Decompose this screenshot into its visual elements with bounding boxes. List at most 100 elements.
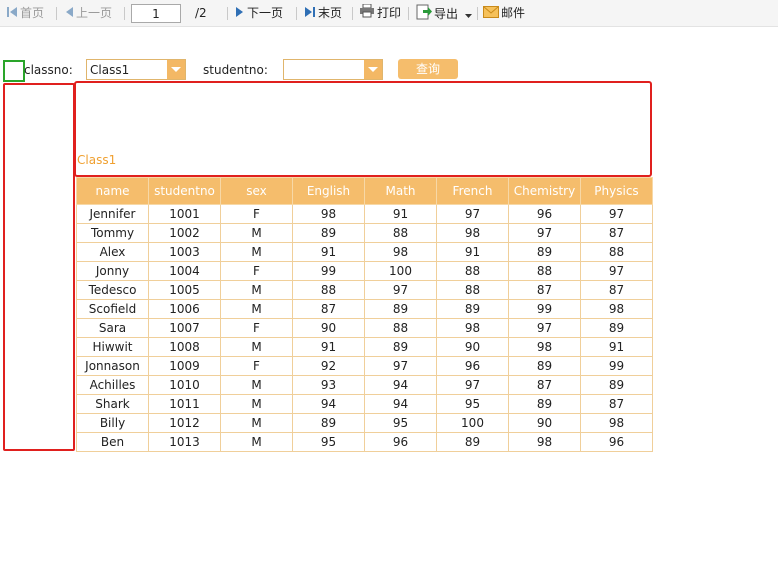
table-row: Alex 1003 M 91 98 91 89 88 xyxy=(76,242,653,262)
cell-math: 88 xyxy=(364,223,437,243)
studentno-select[interactable] xyxy=(283,59,383,80)
cell-math: 95 xyxy=(364,413,437,433)
cell-english: 88 xyxy=(292,280,365,300)
table-row: Jonnason 1009 F 92 97 96 89 99 xyxy=(76,356,653,376)
cell-math: 91 xyxy=(364,204,437,224)
query-button[interactable]: 查询 xyxy=(398,59,458,79)
table-row: Billy 1012 M 89 95 100 90 98 xyxy=(76,413,653,433)
cell-studentno: 1003 xyxy=(148,242,221,262)
last-page-button[interactable]: 末页 xyxy=(304,4,342,22)
cell-studentno: 1002 xyxy=(148,223,221,243)
first-page-label: 首页 xyxy=(20,6,45,20)
cell-sex: M xyxy=(220,394,293,414)
cell-french: 98 xyxy=(436,223,509,243)
toolbar-divider xyxy=(227,7,228,20)
cell-studentno: 1004 xyxy=(148,261,221,281)
cell-studentno: 1013 xyxy=(148,432,221,452)
cell-studentno: 1007 xyxy=(148,318,221,338)
cell-french: 88 xyxy=(436,261,509,281)
prev-page-button[interactable]: 上一页 xyxy=(64,4,112,22)
column-header-chemistry: Chemistry xyxy=(508,177,581,205)
cell-sex: M xyxy=(220,337,293,357)
cell-chemistry: 98 xyxy=(508,337,581,357)
cell-chemistry: 97 xyxy=(508,223,581,243)
first-page-icon xyxy=(6,5,18,23)
report-header-highlight xyxy=(74,81,652,177)
cell-name: Tedesco xyxy=(76,280,149,300)
last-page-icon xyxy=(304,5,316,23)
cell-english: 91 xyxy=(292,242,365,262)
cell-math: 96 xyxy=(364,432,437,452)
cell-studentno: 1006 xyxy=(148,299,221,319)
cell-sex: M xyxy=(220,242,293,262)
cell-french: 97 xyxy=(436,204,509,224)
cell-name: Shark xyxy=(76,394,149,414)
cell-sex: M xyxy=(220,299,293,319)
cell-sex: F xyxy=(220,261,293,281)
prev-page-icon xyxy=(64,5,74,23)
cell-chemistry: 88 xyxy=(508,261,581,281)
cell-physics: 98 xyxy=(580,299,653,319)
cell-sex: M xyxy=(220,375,293,395)
column-header-math: Math xyxy=(364,177,437,205)
cell-math: 97 xyxy=(364,280,437,300)
cell-studentno: 1005 xyxy=(148,280,221,300)
cell-french: 89 xyxy=(436,432,509,452)
cell-name: Alex xyxy=(76,242,149,262)
cell-name: Hiwwit xyxy=(76,337,149,357)
cell-name: Jennifer xyxy=(76,204,149,224)
classno-select[interactable]: Class1 xyxy=(86,59,186,80)
cell-physics: 91 xyxy=(580,337,653,357)
cell-french: 100 xyxy=(436,413,509,433)
printer-icon xyxy=(359,3,375,23)
print-label: 打印 xyxy=(377,6,402,20)
classno-label: classno: xyxy=(24,63,73,77)
cell-physics: 97 xyxy=(580,261,653,281)
mail-button[interactable]: 邮件 xyxy=(483,4,525,22)
table-row: Jennifer 1001 F 98 91 97 96 97 xyxy=(76,204,653,224)
print-button[interactable]: 打印 xyxy=(359,3,402,23)
chevron-down-icon xyxy=(464,6,472,24)
cell-studentno: 1012 xyxy=(148,413,221,433)
next-page-button[interactable]: 下一页 xyxy=(235,4,283,22)
cell-sex: M xyxy=(220,223,293,243)
cell-english: 91 xyxy=(292,337,365,357)
first-page-button[interactable]: 首页 xyxy=(6,4,44,22)
classno-dropdown-button[interactable] xyxy=(167,60,185,79)
cell-name: Achilles xyxy=(76,375,149,395)
table-row: Achilles 1010 M 93 94 97 87 89 xyxy=(76,375,653,395)
cell-physics: 96 xyxy=(580,432,653,452)
cell-sex: M xyxy=(220,432,293,452)
toolbar-divider xyxy=(124,7,125,20)
cell-english: 87 xyxy=(292,299,365,319)
cell-chemistry: 96 xyxy=(508,204,581,224)
mail-icon xyxy=(483,5,499,23)
cell-english: 89 xyxy=(292,223,365,243)
cell-physics: 99 xyxy=(580,356,653,376)
report-toolbar: 首页 上一页 /2 下一页 末页 打印 导出 邮件 xyxy=(0,0,778,27)
column-header-french: French xyxy=(436,177,509,205)
table-row: Shark 1011 M 94 94 95 89 87 xyxy=(76,394,653,414)
cell-math: 94 xyxy=(364,394,437,414)
cell-chemistry: 89 xyxy=(508,394,581,414)
column-header-sex: sex xyxy=(220,177,293,205)
total-pages: /2 xyxy=(195,6,207,20)
table-row: Tommy 1002 M 89 88 98 97 87 xyxy=(76,223,653,243)
cell-studentno: 1011 xyxy=(148,394,221,414)
selection-highlight-green xyxy=(3,60,25,82)
cell-chemistry: 98 xyxy=(508,432,581,452)
table-row: Hiwwit 1008 M 91 89 90 98 91 xyxy=(76,337,653,357)
export-button[interactable]: 导出 xyxy=(416,4,472,22)
table-row: Jonny 1004 F 99 100 88 88 97 xyxy=(76,261,653,281)
page-number-input[interactable] xyxy=(131,4,181,23)
studentno-dropdown-button[interactable] xyxy=(364,60,382,79)
cell-english: 92 xyxy=(292,356,365,376)
cell-physics: 87 xyxy=(580,394,653,414)
cell-sex: M xyxy=(220,413,293,433)
cell-studentno: 1009 xyxy=(148,356,221,376)
cell-chemistry: 90 xyxy=(508,413,581,433)
cell-name: Scofield xyxy=(76,299,149,319)
cell-chemistry: 89 xyxy=(508,242,581,262)
studentno-label: studentno: xyxy=(203,63,268,77)
toolbar-divider xyxy=(56,7,57,20)
